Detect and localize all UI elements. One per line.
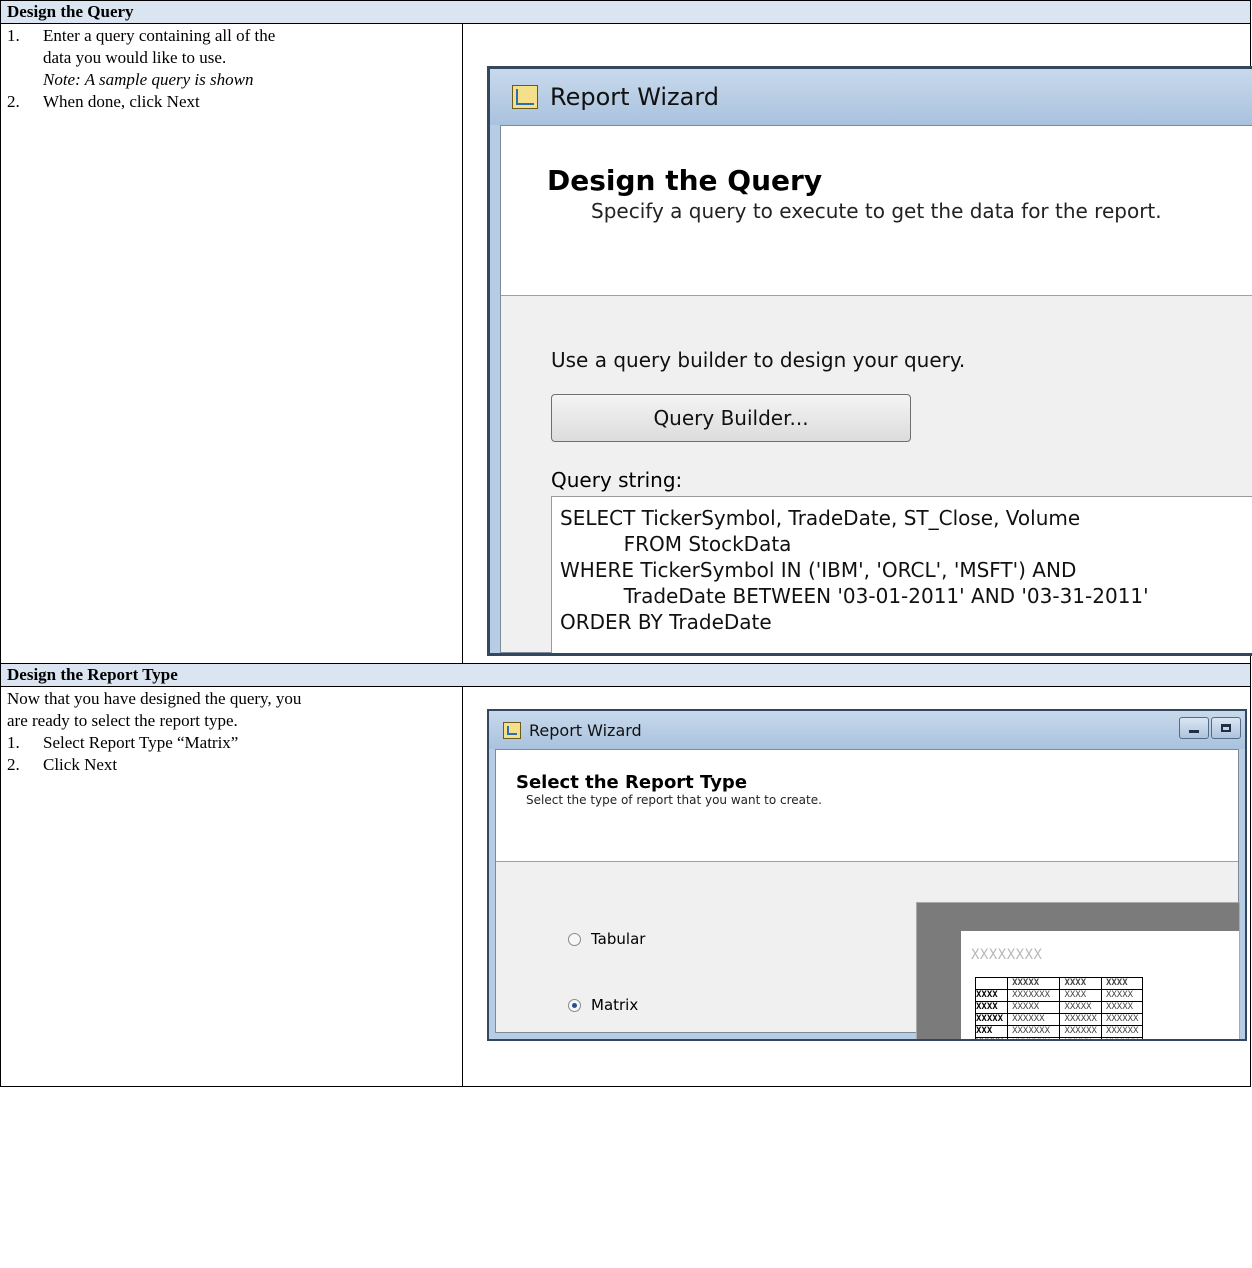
radio-button[interactable] [568,932,581,946]
window-title: Report Wizard [529,720,642,740]
radio-label: Matrix [591,996,639,1014]
preview-row: XXXXXXXXXXXXXXXXXXXXXXX [974,1037,1144,1039]
step-text: Enter a query containing all of the [43,26,276,45]
report-wizard-icon [512,85,538,109]
wizard-page-title: Design the Query [547,164,823,197]
maximize-button[interactable] [1211,717,1241,739]
step-1: 1. Select Report Type “Matrix” [7,732,456,754]
step-text: data you would like to use. [43,48,227,67]
intro-text: are ready to select the report type. [7,711,238,730]
preview-title: XXXXXXXX [971,947,1043,963]
query-line: SELECT TickerSymbol, TradeDate, ST_Close… [560,506,1081,530]
step-2: 2. When done, click Next [7,91,456,113]
preview-cell: XXXXX [1100,989,1144,1002]
preview-cell: XXXXXX [1100,1037,1144,1039]
section1-screenshot-cell: Report Wizard Design the Query Specify a… [462,23,1252,664]
report-wizard-window: Report Wizard Design the Query Specify a… [487,66,1252,656]
query-builder-button[interactable]: Query Builder... [551,394,911,442]
wizard-header: Select the Report Type Select the type o… [496,750,1238,862]
window-titlebar[interactable]: Report Wizard [489,711,1245,749]
preview-cell: XXXXX [1007,1001,1061,1014]
step-text: When done, click Next [43,92,200,111]
preview-cell: XXXX [1100,977,1144,990]
maximize-icon [1221,724,1231,732]
instructions-table: Design the Query 1. Enter a query contai… [0,0,1252,1087]
step-number: 2. [7,92,20,111]
query-string-textarea[interactable]: SELECT TickerSymbol, TradeDate, ST_Close… [551,496,1252,653]
query-string-label: Query string: [551,468,683,492]
step-number: 1. [7,26,20,45]
step-1: 1. Enter a query containing all of the d… [7,25,456,91]
wizard-page-title: Select the Report Type [516,772,748,793]
preview-cell: XXXXXX [1100,1025,1144,1038]
wizard-content: Design the Query Specify a query to exec… [500,125,1252,653]
wizard-content: Select the Report Type Select the type o… [495,749,1240,1039]
preview-cell: XXXXXXX [1007,1037,1061,1039]
step-note: Note: A sample query is shown [43,70,254,89]
window-titlebar[interactable]: Report Wizard [490,69,1252,125]
section2-screenshot-cell: Report Wizard Select the Report Type Sel… [462,686,1251,1087]
radio-label: Tabular [591,930,646,948]
preview-cell: XXXX [974,989,1009,1002]
wizard-header: Design the Query Specify a query to exec… [501,126,1252,296]
preview-cell: XXXXXX [1100,1013,1144,1026]
step-number: 1. [7,733,20,752]
window-controls [1177,717,1241,739]
query-builder-hint: Use a query builder to design your query… [551,348,966,372]
preview-cell [974,977,1009,990]
radio-matrix[interactable]: Matrix [568,996,638,1014]
section2-instructions: Now that you have designed the query, yo… [0,686,463,1087]
preview-row: XXXXXXXXXXXXXXXXXXXXXXX [974,1013,1144,1026]
preview-cell: XXXXX [1007,977,1061,990]
step-text: Click Next [43,755,118,774]
report-type-preview: XXXXXXXX XXXXX XXXX XXXX XXXX XXXXXXX XXXX XXX… [916,902,1240,1039]
preview-cell: XXXXXXX [1007,989,1061,1002]
preview-cell: XXXXXXX [1007,1025,1061,1038]
preview-row: XXXX XXXXXXX XXXX XXXXX [974,989,1144,1002]
step-2: 2. Click Next [7,754,456,776]
radio-tabular[interactable]: Tabular [568,930,645,948]
preview-cell: XXXXXX [1059,1013,1102,1026]
preview-cell: XXXXX [1100,1001,1144,1014]
report-wizard-icon [503,721,521,739]
preview-cell: XXX [974,1025,1009,1038]
query-line: WHERE TickerSymbol IN ('IBM', 'ORCL', 'M… [560,558,1077,582]
section-heading-report-type: Design the Report Type [0,663,1251,687]
step-text: Select Report Type “Matrix” [43,733,239,752]
query-line: TradeDate BETWEEN '03-01-2011' AND '03-3… [560,584,1149,608]
window-title: Report Wizard [550,83,720,111]
preview-cell: XXXXX [1059,1037,1102,1039]
preview-sheet: XXXXXXXX XXXXX XXXX XXXX XXXX XXXXXXX XXXX XXX… [961,931,1239,1039]
intro-text: Now that you have designed the query, yo… [7,689,302,708]
preview-row: XXXX XXXXX XXXXX XXXXX [974,1001,1144,1014]
preview-cell: XXXX [974,1001,1009,1014]
query-line: ORDER BY TradeDate [560,610,772,634]
preview-cell: XXXXX [974,1037,1009,1039]
wizard-page-subtitle: Specify a query to execute to get the da… [591,199,1162,223]
wizard-body: Use a query builder to design your query… [501,348,1252,653]
section1-instructions: 1. Enter a query containing all of the d… [0,23,463,664]
minimize-icon [1189,729,1199,733]
preview-cell: XXXX [1059,977,1102,990]
section-heading-design-query: Design the Query [0,0,1251,24]
report-wizard-window: Report Wizard Select the Report Type Sel… [487,709,1247,1041]
preview-cell: XXXXX [974,1013,1009,1026]
radio-button[interactable] [568,998,581,1012]
step-number: 2. [7,755,20,774]
minimize-button[interactable] [1179,717,1209,739]
preview-header-row: XXXXX XXXX XXXX [974,977,1144,990]
query-line: FROM StockData [560,532,792,556]
preview-matrix: XXXXX XXXX XXXX XXXX XXXXXXX XXXX XXXXX XXXX XXX… [974,977,1144,1039]
preview-cell: XXXXXX [1007,1013,1061,1026]
preview-cell: XXXX [1059,989,1102,1002]
preview-cell: XXXXX [1059,1001,1102,1014]
wizard-page-subtitle: Select the type of report that you want … [526,793,822,807]
preview-cell: XXXXXX [1059,1025,1102,1038]
preview-row: XXX XXXXXXX XXXXXX XXXXXX [974,1025,1144,1038]
